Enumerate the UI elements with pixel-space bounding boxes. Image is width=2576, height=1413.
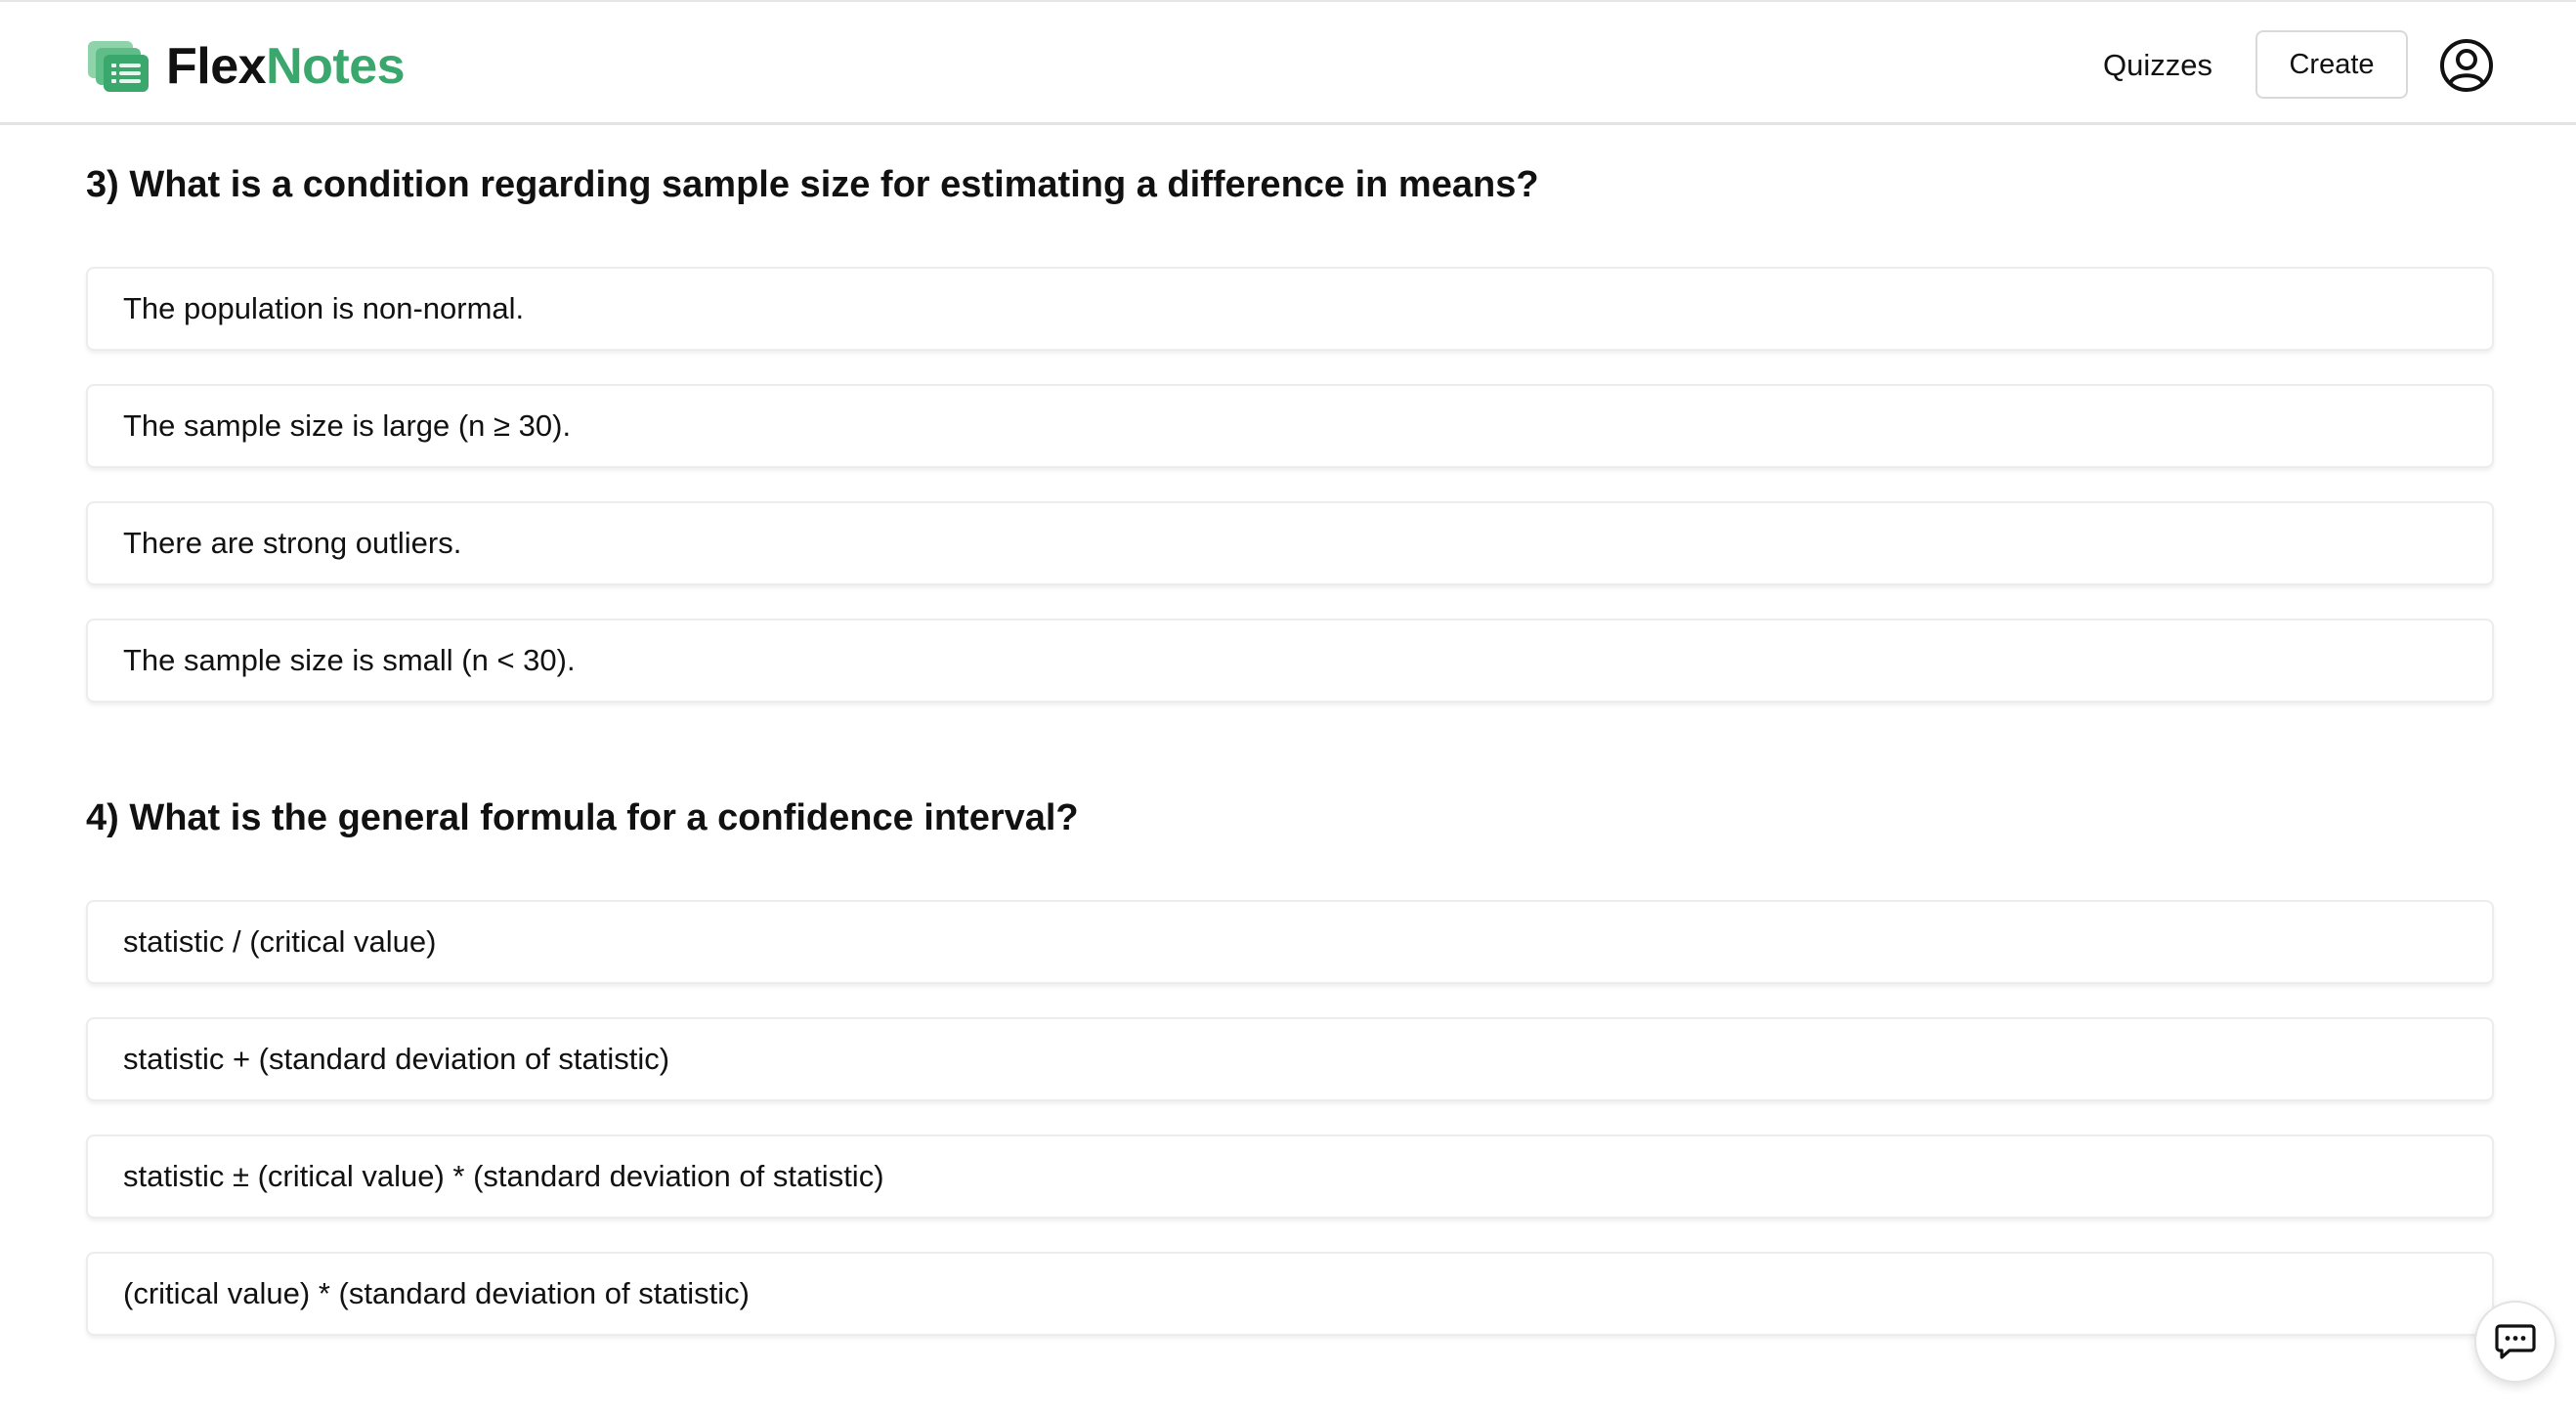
logo-text-notes: Notes	[266, 38, 406, 95]
question-title: 4) What is the general formula for a con…	[86, 797, 1079, 838]
answer-option[interactable]: The sample size is large (n ≥ 30).	[86, 384, 2494, 468]
create-button[interactable]: Create	[2255, 30, 2408, 99]
answer-option-text: (critical value) * (standard deviation o…	[123, 1276, 750, 1310]
question-title: 3) What is a condition regarding sample …	[86, 164, 1539, 205]
answer-option-text: The sample size is large (n ≥ 30).	[123, 408, 572, 443]
logo-wordmark: FlexNotes	[166, 38, 406, 95]
chat-bubble-icon	[2495, 1324, 2536, 1359]
answer-option[interactable]: The population is non-normal.	[86, 267, 2494, 351]
nav-quizzes-link[interactable]: Quizzes	[2103, 41, 2212, 90]
answer-option[interactable]: The sample size is small (n < 30).	[86, 619, 2494, 703]
answer-option-text: statistic + (standard deviation of stati…	[123, 1042, 670, 1076]
answer-option-text: statistic ± (critical value) * (standard…	[123, 1159, 884, 1193]
answer-option-text: The population is non-normal.	[123, 291, 525, 325]
answer-option[interactable]: statistic + (standard deviation of stati…	[86, 1017, 2494, 1101]
answer-option-text: statistic / (critical value)	[123, 924, 437, 959]
answer-option[interactable]: There are strong outliers.	[86, 501, 2494, 585]
answer-option[interactable]: (critical value) * (standard deviation o…	[86, 1252, 2494, 1336]
answer-option[interactable]: statistic / (critical value)	[86, 900, 2494, 984]
answer-option-text: There are strong outliers.	[123, 526, 462, 560]
top-navbar: FlexNotes Quizzes Create	[0, 0, 2576, 125]
user-circle-icon[interactable]	[2439, 38, 2494, 93]
logo[interactable]: FlexNotes	[86, 37, 406, 96]
notes-logo-icon	[88, 41, 149, 92]
chat-button[interactable]	[2474, 1301, 2556, 1383]
logo-text-flex: Flex	[166, 38, 267, 95]
answer-option[interactable]: statistic ± (critical value) * (standard…	[86, 1135, 2494, 1219]
answer-option-text: The sample size is small (n < 30).	[123, 643, 576, 677]
